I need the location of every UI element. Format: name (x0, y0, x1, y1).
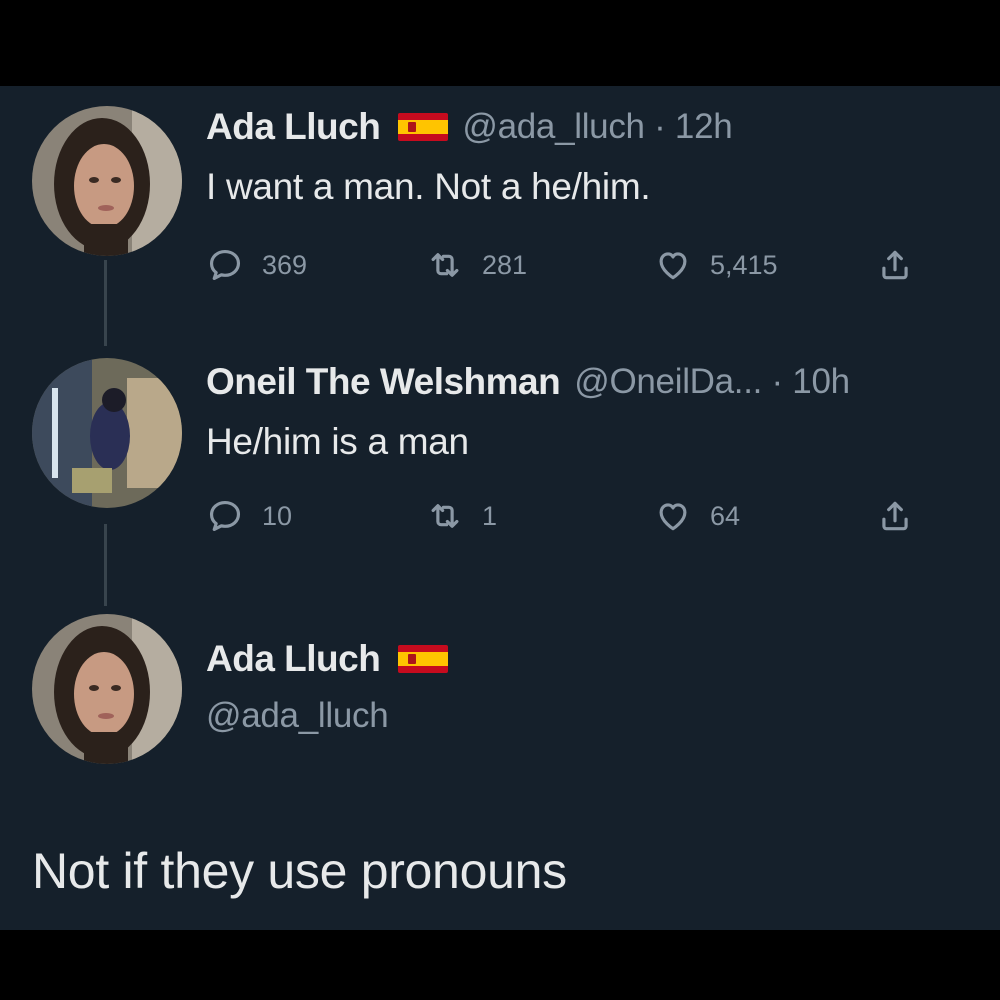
display-name[interactable]: Oneil The Welshman (206, 361, 561, 403)
reply-count: 369 (262, 249, 308, 280)
tweet-text: I want a man. Not a he/him. (206, 166, 651, 207)
avatar-image (32, 358, 182, 508)
spain-flag-icon (398, 113, 449, 141)
tweet-text: He/him is a man (206, 421, 469, 462)
avatar-image (32, 106, 182, 256)
handle[interactable]: @ada_lluch (206, 696, 389, 736)
handle-timestamp[interactable]: @ada_lluch · 12h (462, 107, 732, 147)
tweet-actions: 369 281 5,415 (206, 245, 926, 285)
heart-icon (659, 252, 687, 280)
display-name[interactable]: Ada Lluch (206, 106, 381, 148)
like-button[interactable]: 5,415 (654, 245, 778, 285)
like-button[interactable]: 64 (654, 496, 740, 536)
retweet-button[interactable]: 281 (426, 245, 527, 285)
handle-timestamp[interactable]: @OneilDa... · 10h (574, 362, 850, 402)
avatar-image (32, 614, 182, 764)
reply-icon (209, 500, 241, 532)
share-button[interactable] (876, 245, 932, 285)
display-name[interactable]: Ada Lluch (206, 638, 381, 680)
like-count: 5,415 (710, 249, 778, 280)
retweet-count: 1 (482, 500, 498, 531)
share-icon (882, 501, 908, 531)
tweet-actions: 10 1 64 (206, 496, 926, 536)
avatar[interactable] (32, 358, 182, 508)
retweet-icon (431, 504, 459, 528)
reply-count: 10 (262, 500, 293, 531)
like-count: 64 (710, 500, 741, 531)
reply-button[interactable]: 369 (206, 245, 307, 285)
avatar[interactable] (32, 614, 182, 764)
reply-icon (209, 249, 241, 281)
retweet-icon (431, 253, 459, 277)
retweet-button[interactable]: 1 (426, 496, 497, 536)
tweet-text: Not if they use pronouns (32, 843, 567, 899)
heart-icon (659, 503, 687, 531)
tweet-thread: Ada Lluch @ada_lluch · 12h I want a man.… (0, 86, 1000, 930)
spain-flag-icon (398, 645, 449, 673)
reply-button[interactable]: 10 (206, 496, 292, 536)
retweet-count: 281 (482, 249, 528, 280)
thread-connector (104, 524, 107, 606)
share-icon (882, 250, 908, 280)
avatar[interactable] (32, 106, 182, 256)
thread-connector (104, 260, 107, 346)
share-button[interactable] (876, 496, 932, 536)
